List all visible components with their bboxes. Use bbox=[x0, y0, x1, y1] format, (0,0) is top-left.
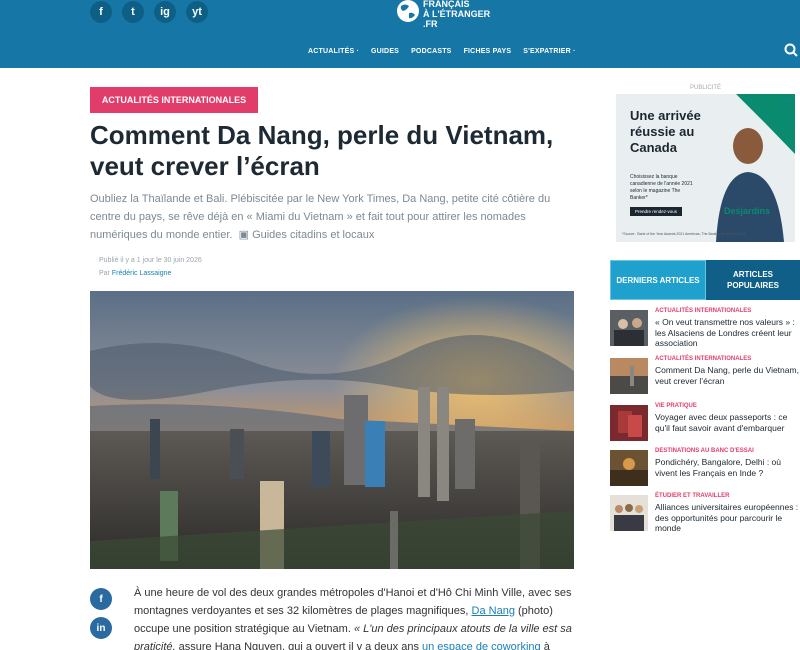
ad-copy: Choisissez la banque canadienne de l'ann… bbox=[630, 174, 693, 201]
youtube-icon[interactable]: yt bbox=[186, 1, 208, 23]
tab-articles-populaires[interactable]: ARTICLES POPULAIRES bbox=[706, 260, 800, 300]
article-thumbnail bbox=[610, 450, 648, 486]
ad-fineprint: *Source : Bank of the Year Awards 2021 A… bbox=[622, 232, 746, 236]
nav-fiches-pays[interactable]: FICHES PAYS bbox=[464, 48, 512, 55]
tab-derniers-articles[interactable]: DERNIERS ARTICLES bbox=[610, 260, 706, 300]
ad-close-icon[interactable]: i ✕ bbox=[783, 97, 792, 105]
sidebar-article-title[interactable]: Comment Da Nang, perle du Vietnam, veut … bbox=[655, 365, 800, 386]
article-thumbnail bbox=[610, 310, 648, 346]
sidebar-article-category: ACTUALITÉS INTERNATIONALES bbox=[655, 308, 752, 314]
facebook-share-icon[interactable]: f bbox=[90, 588, 112, 610]
article-thumbnail bbox=[610, 495, 648, 531]
nav-guides[interactable]: GUIDES bbox=[371, 48, 399, 55]
da-nang-link[interactable]: Da Nang bbox=[472, 605, 515, 617]
ad-cta-button[interactable]: Prendre rendez-vous bbox=[630, 207, 682, 216]
nav-sexpatrier[interactable]: S'EXPATRIER · bbox=[523, 48, 575, 55]
article-body: À une heure de vol des deux grandes métr… bbox=[134, 584, 580, 650]
article-lede: Oubliez la Thaïlande et Bali. Plébiscité… bbox=[90, 193, 551, 241]
article-thumbnail bbox=[610, 405, 648, 441]
sidebar-article[interactable]: ACTUALITÉS INTERNATIONALES Comment Da Na… bbox=[610, 356, 800, 398]
article-title: Comment Da Nang, perle du Vietnam, veut … bbox=[90, 120, 554, 181]
sidebar-article-category: ACTUALITÉS INTERNATIONALES bbox=[655, 356, 752, 362]
sidebar-ad[interactable]: Une arrivée réussie au Canada Choisissez… bbox=[616, 94, 795, 242]
guide-tag-link[interactable]: Guides citadins et locaux bbox=[252, 229, 374, 241]
globe-icon bbox=[397, 0, 419, 22]
nav-actualites[interactable]: ACTUALITÉS · bbox=[308, 48, 359, 55]
sidebar-article-category: ÉTUDIER ET TRAVAILLER bbox=[655, 493, 730, 499]
article-thumbnail bbox=[610, 358, 648, 394]
ad-headline: Une arrivée réussie au Canada bbox=[630, 108, 701, 155]
hero-image bbox=[90, 291, 574, 569]
sidebar-article-title[interactable]: « On veut transmettre nos valeurs » : le… bbox=[655, 317, 800, 349]
sidebar-article-category: VIE PRATIQUE bbox=[655, 403, 697, 409]
site-header: f t ig yt FRANÇAIS À L'ÉTRANGER .FR ACTU… bbox=[0, 0, 800, 68]
site-logo[interactable]: FRANÇAIS À L'ÉTRANGER .FR bbox=[396, 0, 516, 30]
sidebar-article[interactable]: DESTINATIONS AU BANC D'ESSAI Pondichéry,… bbox=[610, 448, 800, 490]
coworking-link[interactable]: un espace de coworking bbox=[422, 641, 541, 650]
main-nav: ACTUALITÉS · GUIDES PODCASTS FICHES PAYS… bbox=[308, 48, 576, 55]
category-badge[interactable]: ACTUALITÉS INTERNATIONALES bbox=[90, 87, 258, 113]
author-link[interactable]: Frédéric Lassaigne bbox=[112, 270, 172, 277]
article-tabs: DERNIERS ARTICLES ARTICLES POPULAIRES bbox=[610, 260, 800, 300]
guide-icon: ▣ bbox=[235, 229, 249, 241]
sidebar-article-category: DESTINATIONS AU BANC D'ESSAI bbox=[655, 448, 754, 454]
nav-podcasts[interactable]: PODCASTS bbox=[411, 48, 452, 55]
linkedin-share-icon[interactable]: in bbox=[90, 617, 112, 639]
sidebar-article[interactable]: ÉTUDIER ET TRAVAILLER Alliances universi… bbox=[610, 493, 800, 535]
article-meta: Publié il y a 1 jour le 30 juin 2026 Par… bbox=[99, 254, 202, 280]
sidebar-article-title[interactable]: Alliances universitaires européennes : d… bbox=[655, 502, 800, 534]
search-icon[interactable] bbox=[784, 43, 798, 57]
sidebar-article[interactable]: ACTUALITÉS INTERNATIONALES « On veut tra… bbox=[610, 308, 800, 350]
publish-date: Publié il y a 1 jour le 30 juin 2026 bbox=[99, 257, 202, 264]
instagram-icon[interactable]: ig bbox=[154, 1, 176, 23]
twitter-icon[interactable]: t bbox=[122, 1, 144, 23]
sidebar-article-title[interactable]: Voyager avec deux passeports : ce qu'il … bbox=[655, 412, 800, 433]
ad-label: PUBLICITÉ bbox=[690, 85, 722, 91]
sidebar-article-title[interactable]: Pondichéry, Bangalore, Delhi : où vivent… bbox=[655, 457, 800, 478]
sidebar-article[interactable]: VIE PRATIQUE Voyager avec deux passeport… bbox=[610, 403, 800, 445]
social-links: f t ig yt bbox=[90, 1, 208, 23]
facebook-icon[interactable]: f bbox=[90, 1, 112, 23]
logo-text: FRANÇAIS À L'ÉTRANGER .FR bbox=[423, 0, 491, 29]
ad-brand: Desjardins bbox=[724, 206, 771, 216]
